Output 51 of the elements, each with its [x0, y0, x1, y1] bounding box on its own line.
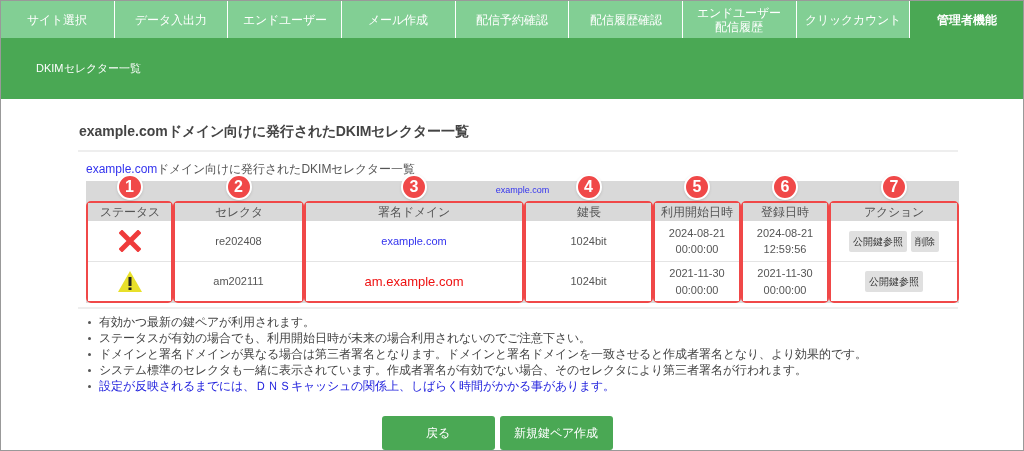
create-button[interactable]: 新規鍵ペア作成	[499, 416, 613, 450]
column-header: セレクタ	[214, 204, 263, 221]
date-text: 2024-08-21	[756, 225, 814, 241]
note-text: 設定が反映されるまでには、ＤＮＳキャッシュの関係上、しばらく時間がかかる事があります。	[99, 379, 615, 394]
callout-number: 2	[225, 174, 252, 200]
back-button[interactable]: 戻る	[381, 416, 495, 450]
domain-link[interactable]: example.com	[86, 162, 158, 176]
warning-icon	[116, 270, 143, 293]
callout-number: 1	[116, 174, 143, 200]
note-text: 有効かつ最新の鍵ペアが利用されます。	[99, 315, 315, 330]
note-text: システム標準のセレクタも一緒に表示されています。作成者署名が有効でない場合、そのセレクタにより第三者署名が行われます。	[99, 363, 807, 378]
time-text: 00:00:00	[763, 282, 807, 298]
selector-text: am202111	[213, 274, 264, 290]
note-text: ドメインと署名ドメインが異なる場合は第三者署名となります。ドメインと署名ドメインを一致させると作成者署名となり、より効果的です。	[99, 347, 867, 362]
bullet-icon	[88, 337, 91, 340]
date-text: 2024-08-21	[668, 225, 726, 241]
column-header: アクション	[864, 204, 924, 221]
column-header: 鍵長	[576, 204, 601, 221]
page-heading: example.comドメイン向けに発行されたDKIMセレクター一覧	[78, 122, 471, 141]
column-header: 利用開始日時	[661, 204, 733, 221]
callout-number: 6	[772, 174, 798, 200]
key-length-text: 1024bit	[570, 274, 607, 290]
callout-number: 5	[684, 174, 710, 200]
nav-tab[interactable]: 管理者機能	[910, 1, 1023, 38]
callout-number: 7	[881, 174, 907, 200]
date-text: 2021-11-30	[757, 266, 813, 281]
bullet-icon	[88, 321, 91, 324]
cross-icon	[118, 230, 141, 252]
table-title[interactable]: example.com	[495, 184, 550, 198]
signing-domain-text: am.example.com	[364, 272, 464, 291]
column-header: 登録日時	[761, 204, 809, 221]
key-length-text: 1024bit	[570, 233, 607, 249]
date-text: 2021-11-30	[669, 266, 725, 281]
column-header: 署名ドメイン	[378, 204, 450, 221]
callout-number: 3	[401, 174, 427, 200]
action-button[interactable]: 削除	[911, 230, 939, 252]
column-header: ステータス	[99, 204, 160, 221]
callout-number: 4	[575, 174, 602, 200]
action-button[interactable]: 公開鍵参照	[865, 271, 923, 292]
table-caption: example.com ドメイン向けに発行されたDKIMセレクター一覧	[86, 162, 416, 176]
time-text: 00:00:00	[675, 242, 719, 257]
signing-domain-text: example.com	[381, 233, 447, 249]
selector-text: re202408	[215, 233, 262, 249]
time-text: 12:59:56	[763, 242, 807, 257]
note-text: ステータスが有効の場合でも、利用開始日時が未来の場合利用されないのでご注意下さい。	[99, 331, 591, 346]
bullet-icon	[88, 369, 91, 372]
bullet-icon	[88, 353, 91, 356]
action-button[interactable]: 公開鍵参照	[849, 230, 907, 252]
bullet-icon	[88, 385, 91, 388]
page-subtitle: DKIMセレクター一覧	[36, 61, 141, 77]
time-text: 00:00:00	[675, 282, 719, 298]
